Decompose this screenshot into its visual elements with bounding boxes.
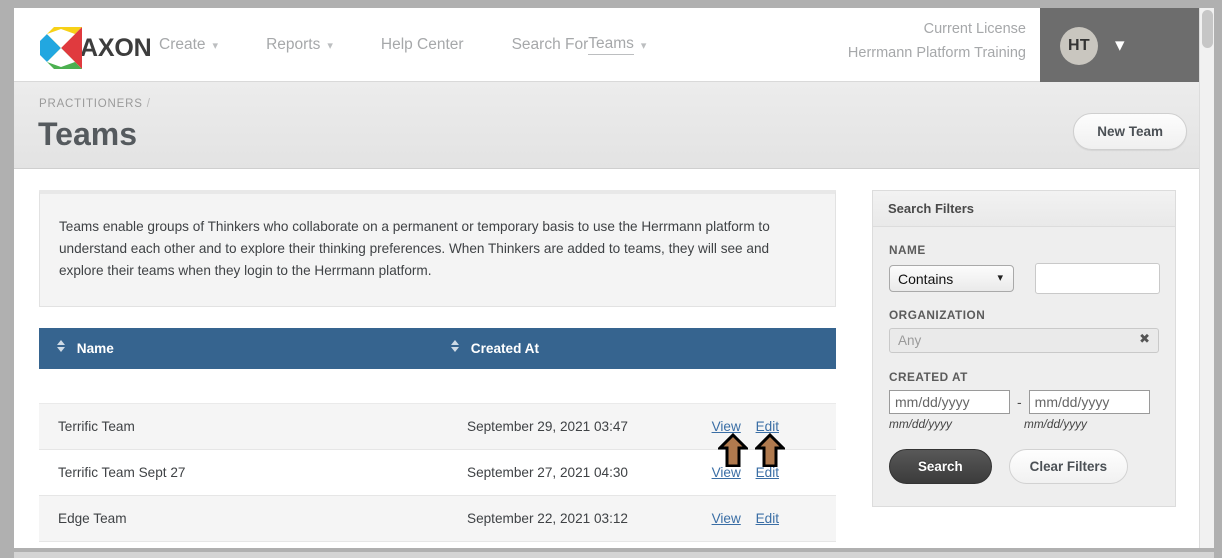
teams-table-body: Terrific Team September 29, 2021 03:47 V… xyxy=(39,369,836,543)
organization-input[interactable] xyxy=(889,328,1159,353)
nav-item-search-scope-label: Teams xyxy=(588,35,634,55)
edit-link[interactable]: Edit xyxy=(756,511,779,526)
cell-team-name: Terrific Team xyxy=(39,403,441,451)
sort-arrows-icon xyxy=(56,340,65,353)
nav-item-help-center-label: Help Center xyxy=(380,36,464,53)
user-menu[interactable]: HT ▾ xyxy=(1040,8,1214,83)
current-license-label: Current License xyxy=(923,21,1026,37)
created-at-from-input[interactable] xyxy=(889,390,1010,414)
cell-team-name: Edge Team xyxy=(39,495,441,543)
table-row[interactable]: Terrific Team September 29, 2021 03:47 V… xyxy=(39,403,836,451)
chevron-down-icon: ▾ xyxy=(327,39,333,52)
chevron-down-icon: ▾ xyxy=(212,39,219,52)
cell-actions: View Edit xyxy=(670,403,836,451)
search-filters-body: NAME Contains ▾ ORGANIZATION ✖ CREATED A xyxy=(873,227,1175,506)
name-search-input[interactable] xyxy=(1035,263,1160,294)
created-at-filter-label: CREATED AT xyxy=(889,370,968,384)
teams-table: Name Created At Terrific Team September … xyxy=(39,328,836,543)
name-filter-row: Contains ▾ xyxy=(889,263,1160,294)
cell-team-name: Terrific Team Sept 27 xyxy=(39,449,441,497)
new-team-button[interactable]: New Team xyxy=(1073,113,1187,150)
table-header-row: Name Created At xyxy=(39,328,836,370)
top-navigation-bar: AXON Create ▾ Reports ▾ Help Center Sear… xyxy=(14,8,1214,83)
column-header-name-label: Name xyxy=(76,341,114,357)
breadcrumb: PRACTITIONERS / xyxy=(39,98,151,110)
teams-description-text: Teams enable groups of Thinkers who coll… xyxy=(59,219,770,279)
search-filters-header: Search Filters xyxy=(873,191,1175,227)
table-row[interactable]: Terrific Team Sept 27 September 27, 2021… xyxy=(39,449,836,497)
table-spacer-cell xyxy=(39,369,836,405)
page-body: Teams enable groups of Thinkers who coll… xyxy=(14,169,1214,547)
nav-item-create[interactable]: Create ▾ xyxy=(159,36,218,54)
cell-created-at: September 22, 2021 03:12 xyxy=(441,495,671,543)
column-header-name[interactable]: Name xyxy=(39,328,441,370)
table-spacer-row xyxy=(39,369,836,405)
horizontal-scrollbar[interactable] xyxy=(14,552,1214,558)
main-content-column: Teams enable groups of Thinkers who coll… xyxy=(39,190,836,543)
table-row[interactable]: Edge Team September 22, 2021 03:12 View … xyxy=(39,495,836,543)
search-button[interactable]: Search xyxy=(889,449,992,484)
axon-diamond-logo-icon xyxy=(40,27,82,69)
nav-item-search-for-label: Search For xyxy=(511,36,589,53)
axon-logo-text: AXON xyxy=(80,33,152,62)
nav-item-reports-label: Reports xyxy=(266,36,321,53)
date-format-hints: mm/dd/yyyy mm/dd/yyyy xyxy=(889,417,1159,431)
column-header-created-at-label: Created At xyxy=(470,341,540,357)
clear-filters-button[interactable]: Clear Filters xyxy=(1008,449,1129,484)
axon-logo[interactable]: AXON xyxy=(40,27,152,69)
browser-viewport: AXON Create ▾ Reports ▾ Help Center Sear… xyxy=(14,8,1214,548)
nav-item-search-for-teams[interactable]: Search For Teams ▾ xyxy=(511,35,647,55)
teams-description-card: Teams enable groups of Thinkers who coll… xyxy=(39,190,836,308)
organization-filter-label: ORGANIZATION xyxy=(889,308,986,322)
page-title: Teams xyxy=(38,116,138,152)
created-at-from-hint: mm/dd/yyyy xyxy=(889,417,952,431)
name-operator-wrapper: Contains ▾ xyxy=(889,265,1014,292)
organization-filter-row: ✖ xyxy=(889,328,1159,353)
name-filter-label: NAME xyxy=(889,243,926,257)
edit-link[interactable]: Edit xyxy=(756,465,779,480)
cell-created-at: September 29, 2021 03:47 xyxy=(441,403,671,451)
clear-x-icon[interactable]: ✖ xyxy=(1139,332,1150,345)
breadcrumb-separator: / xyxy=(146,98,151,110)
avatar: HT xyxy=(1060,26,1098,65)
edit-link[interactable]: Edit xyxy=(756,419,779,434)
cell-created-at: September 27, 2021 04:30 xyxy=(441,449,671,497)
column-header-created-at[interactable]: Created At xyxy=(441,328,836,370)
page-header: PRACTITIONERS / Teams New Team xyxy=(14,82,1214,169)
view-link[interactable]: View xyxy=(712,465,741,480)
current-license-value: Herrmann Platform Training xyxy=(847,45,1026,61)
filter-actions: Search Clear Filters xyxy=(889,449,1159,484)
breadcrumb-item-practitioners[interactable]: PRACTITIONERS xyxy=(39,98,143,110)
view-link[interactable]: View xyxy=(712,419,741,434)
view-link[interactable]: View xyxy=(712,511,741,526)
nav-item-help-center[interactable]: Help Center xyxy=(381,36,464,54)
nav-item-reports[interactable]: Reports ▾ xyxy=(266,36,333,54)
vertical-scrollbar-thumb[interactable] xyxy=(1202,10,1213,48)
teams-table-header: Name Created At xyxy=(39,328,836,370)
created-at-filter-row: - xyxy=(889,390,1159,414)
chevron-down-icon: ▾ xyxy=(640,39,647,52)
search-filters-panel: Search Filters NAME Contains ▾ ORGANIZAT… xyxy=(872,190,1176,507)
cell-actions: View Edit xyxy=(670,495,836,543)
name-operator-select[interactable]: Contains xyxy=(889,265,1014,292)
created-at-to-input[interactable] xyxy=(1028,390,1150,414)
current-license-block: Current License Herrmann Platform Traini… xyxy=(848,17,1026,65)
chevron-down-icon[interactable]: ▾ xyxy=(1115,34,1125,57)
created-at-to-hint: mm/dd/yyyy xyxy=(1024,417,1087,431)
sort-arrows-icon xyxy=(450,340,459,353)
cell-actions: View Edit xyxy=(670,449,836,497)
date-range-separator: - xyxy=(1017,394,1022,410)
vertical-scrollbar[interactable] xyxy=(1199,8,1214,548)
nav-item-create-label: Create xyxy=(159,36,206,53)
main-menu: Create ▾ Reports ▾ Help Center Search Fo… xyxy=(159,8,694,82)
